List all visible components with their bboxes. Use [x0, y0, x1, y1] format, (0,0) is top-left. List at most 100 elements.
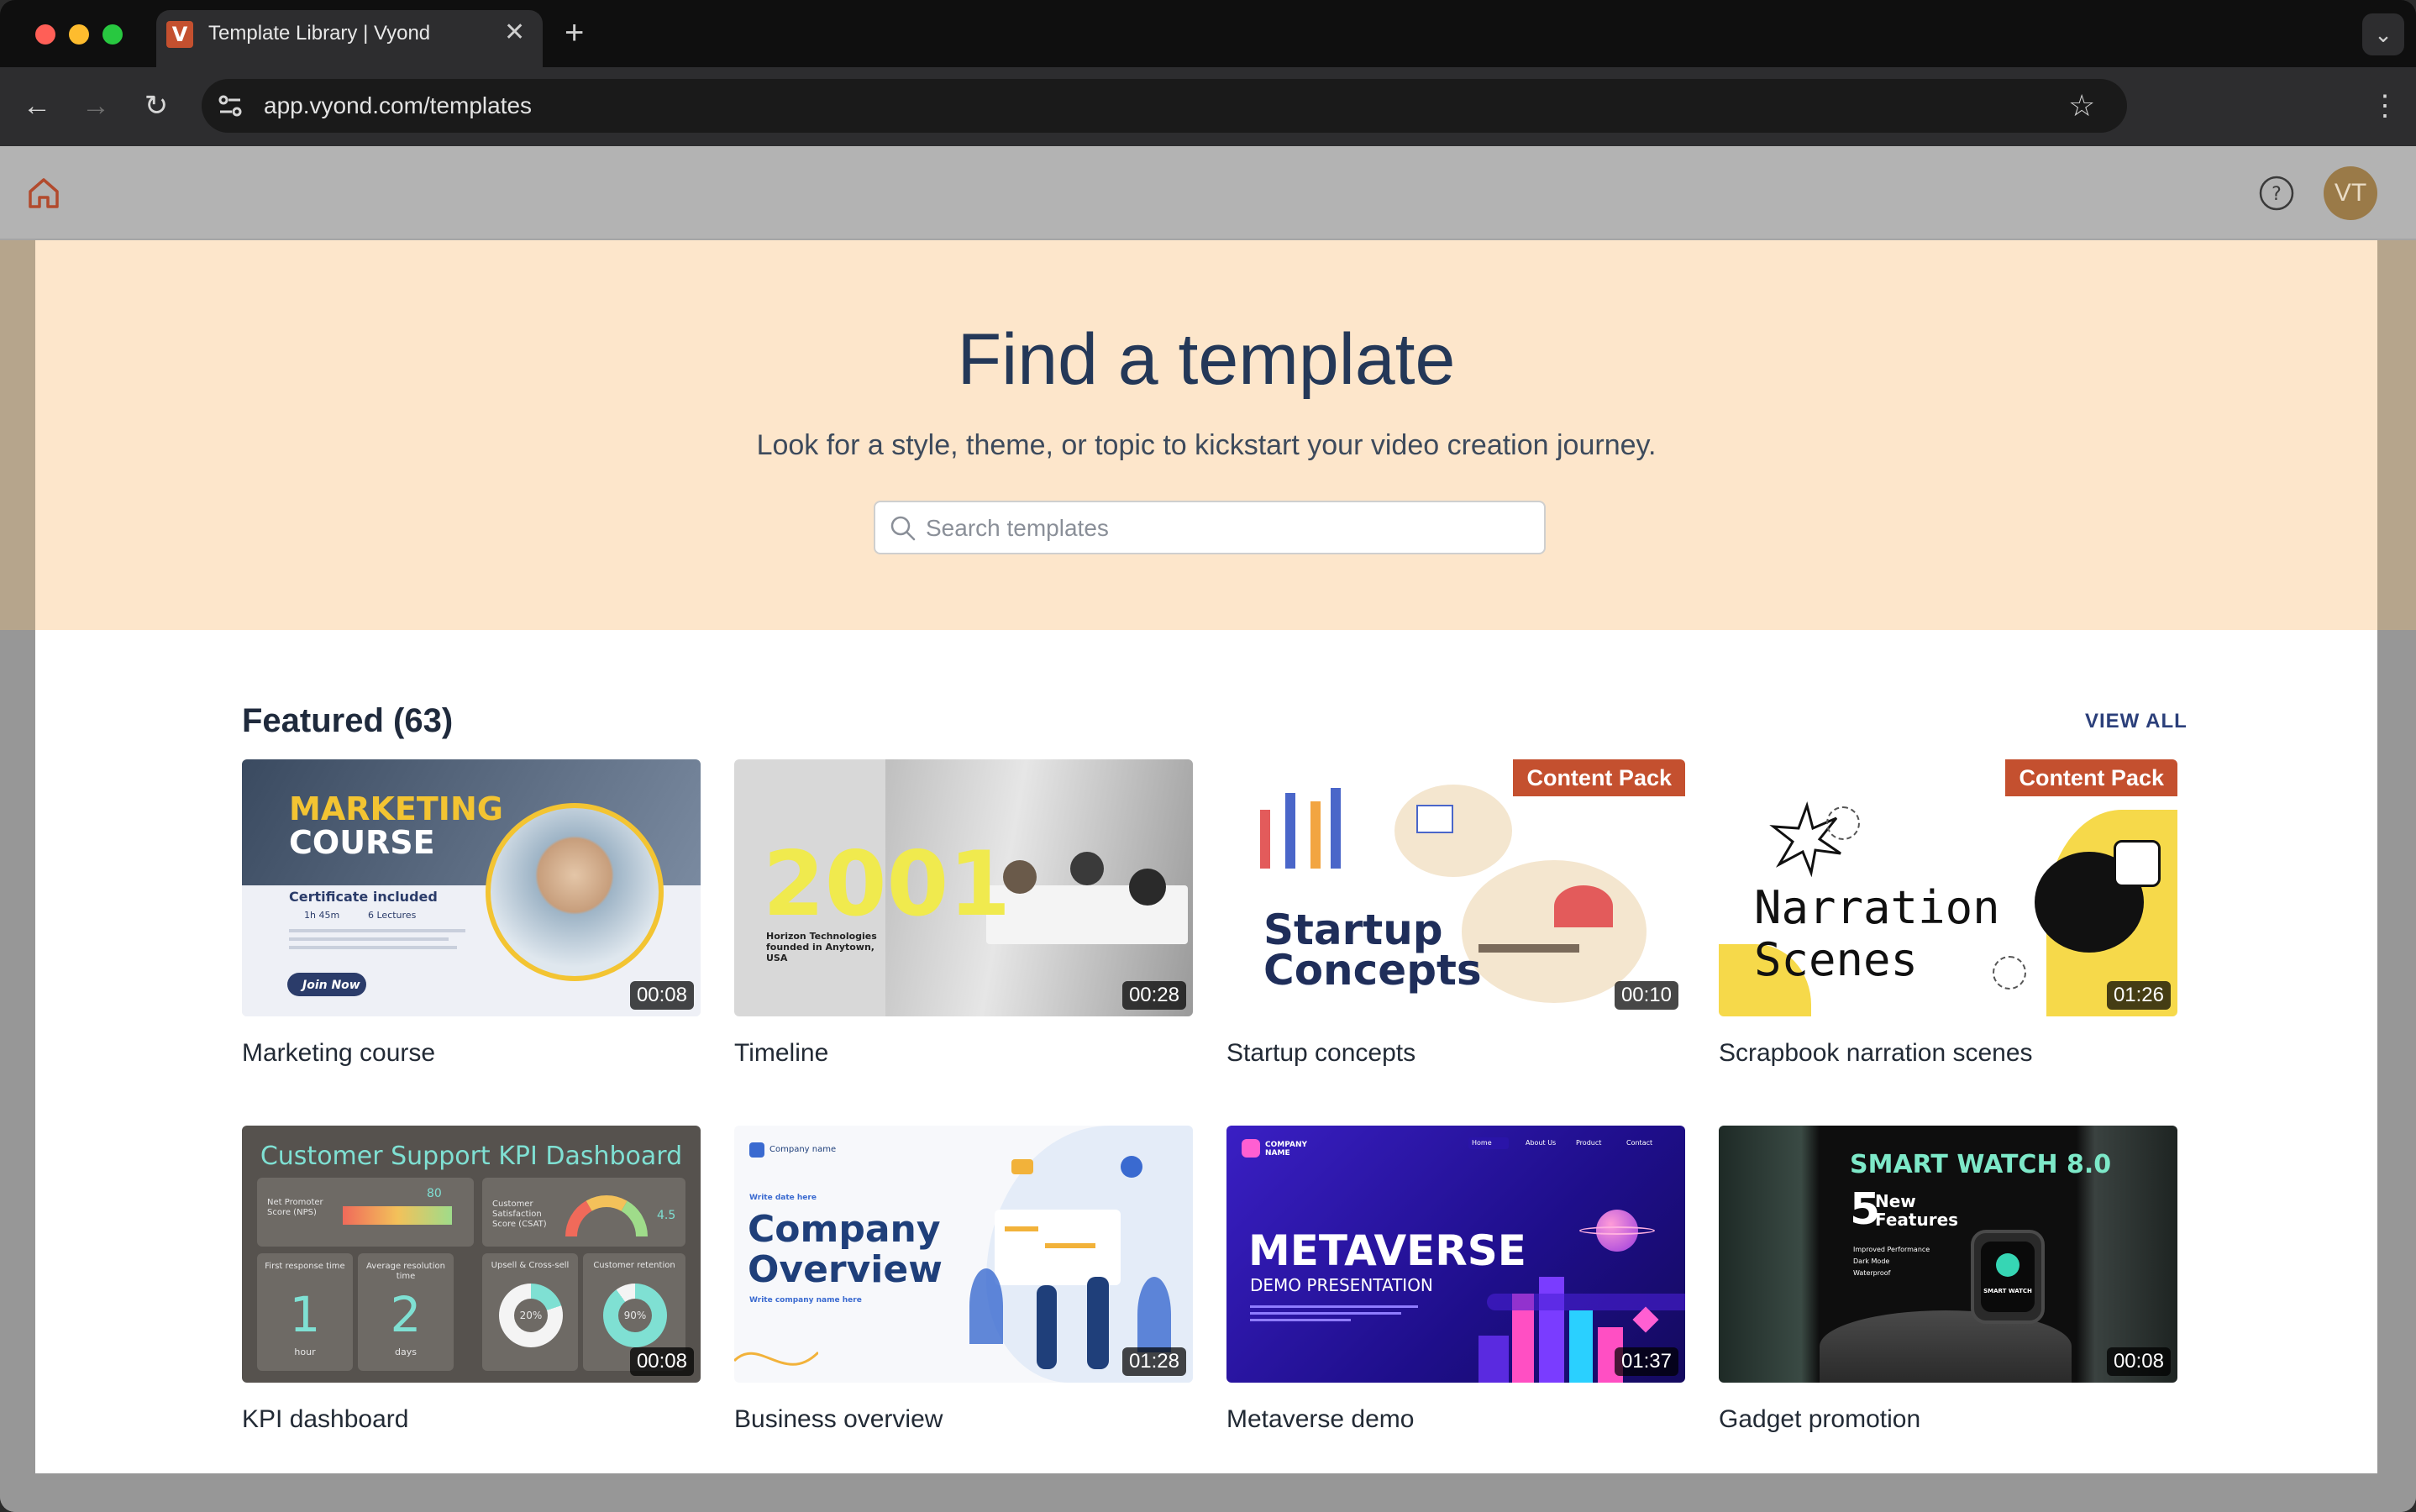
thumb-text: New	[1875, 1191, 1916, 1211]
url-text: app.vyond.com/templates	[264, 92, 533, 118]
minimize-window-button[interactable]	[69, 24, 89, 45]
template-library: Featured (63) VIEW ALL MARKETING COURSE …	[35, 630, 2377, 1473]
template-card-startup-concepts[interactable]: Startup Concepts Content Pack 00:10 Star…	[1226, 759, 1685, 1070]
card-title[interactable]: Metaverse demo	[1226, 1403, 1685, 1436]
duration-badge: 00:10	[1614, 981, 1678, 1010]
card-title[interactable]: Business overview	[734, 1403, 1193, 1436]
maximize-window-button[interactable]	[102, 24, 123, 45]
duration-badge: 01:28	[1121, 1347, 1186, 1376]
hero-banner: Find a template Look for a style, theme,…	[35, 240, 2377, 630]
close-window-button[interactable]	[35, 24, 55, 45]
thumb-text: Net Promoter Score (NPS)	[267, 1198, 323, 1217]
thumb-text: Company name	[769, 1145, 837, 1154]
template-thumbnail[interactable]: COMPANY NAME Home About Us Product Conta…	[1226, 1126, 1685, 1383]
thumb-nav: About Us	[1526, 1139, 1557, 1147]
thumb-year: 2001	[763, 832, 1011, 936]
duration-badge: 00:28	[1121, 981, 1186, 1010]
user-avatar[interactable]: VT	[2324, 166, 2377, 220]
template-card-gadget-promotion[interactable]: SMART WATCH SMART WATCH 8.0 5 New Featur…	[1719, 1126, 2177, 1436]
template-card-timeline[interactable]: 2001 Horizon Technologies founded in Any…	[734, 759, 1193, 1070]
tab-close-icon[interactable]: ✕	[504, 18, 525, 47]
thumb-nav: Contact	[1626, 1139, 1653, 1147]
thumb-text: Customer Satisfaction Score (CSAT)	[492, 1200, 547, 1229]
thumb-text: Dark Mode	[1853, 1257, 1890, 1265]
card-title[interactable]: Startup concepts	[1226, 1037, 1685, 1070]
thumb-text: DEMO PRESENTATION	[1250, 1275, 1433, 1295]
search-icon	[890, 516, 916, 541]
help-icon[interactable]: ?	[2258, 175, 2295, 212]
duration-badge: 01:37	[1614, 1347, 1678, 1376]
thumb-text: days	[395, 1347, 417, 1357]
browser-window: V Template Library | Vyond ✕ + ⌄ ← → ↻ a…	[0, 0, 2416, 1512]
thumb-value: 2	[390, 1286, 422, 1343]
thumb-value: 1	[289, 1286, 321, 1343]
thumb-headline: SMART WATCH 8.0	[1850, 1150, 2112, 1179]
thumb-text: Average resolution time	[366, 1262, 445, 1281]
template-card-kpi-dashboard[interactable]: Customer Support KPI Dashboard Net Promo…	[242, 1126, 701, 1436]
template-thumbnail[interactable]: Startup Concepts Content Pack 00:10	[1226, 759, 1685, 1016]
thumb-headline: Concepts	[1263, 946, 1482, 995]
thumb-value: 20%	[519, 1310, 543, 1321]
thumb-headline: Startup	[1263, 906, 1443, 954]
thumb-nav: Home	[1472, 1139, 1492, 1147]
card-title[interactable]: Gadget promotion	[1719, 1403, 2177, 1436]
new-tab-icon[interactable]: +	[565, 13, 584, 52]
template-thumbnail[interactable]: Company name Write date here Company Ove…	[734, 1126, 1193, 1383]
bookmark-star-icon[interactable]: ☆	[2068, 87, 2095, 124]
template-thumbnail[interactable]: MARKETING COURSE Certificate included 1h…	[242, 759, 701, 1016]
thumb-value: 90%	[623, 1310, 647, 1321]
right-gutter	[2377, 240, 2416, 1512]
template-thumbnail[interactable]: Narration Scenes Content Pack 01:26	[1719, 759, 2177, 1016]
thumb-text: Improved Performance	[1853, 1246, 1930, 1253]
tab-search-chevron-icon[interactable]: ⌄	[2362, 13, 2404, 55]
left-gutter	[0, 240, 35, 1512]
home-icon[interactable]	[25, 175, 62, 212]
template-thumbnail[interactable]: Customer Support KPI Dashboard Net Promo…	[242, 1126, 701, 1383]
thumb-text: 1h 45m	[304, 910, 340, 921]
thumb-value: 4.5	[657, 1209, 676, 1222]
page-viewport: ? VT Find a template Look for a style, t…	[0, 146, 2416, 1512]
template-card-marketing-course[interactable]: MARKETING COURSE Certificate included 1h…	[242, 759, 701, 1070]
thumb-caption: Horizon Technologies founded in Anytown,…	[766, 931, 877, 963]
template-card-scrapbook-narration[interactable]: Narration Scenes Content Pack 01:26 Scra…	[1719, 759, 2177, 1070]
duration-badge: 01:26	[2106, 981, 2171, 1010]
page-title: Find a template	[957, 319, 1456, 400]
card-title[interactable]: Timeline	[734, 1037, 1193, 1070]
search-input[interactable]	[926, 511, 1531, 546]
reload-icon[interactable]: ↻	[138, 87, 175, 124]
thumb-text: Customer retention	[593, 1261, 675, 1270]
thumb-text: hour	[294, 1347, 316, 1357]
card-title[interactable]: KPI dashboard	[242, 1403, 701, 1436]
content-pack-badge: Content Pack	[1513, 759, 1685, 796]
thumb-title: Customer Support KPI Dashboard	[260, 1142, 683, 1171]
page-subtitle: Look for a style, theme, or topic to kic…	[756, 429, 1657, 461]
back-arrow-icon[interactable]: ←	[18, 87, 55, 124]
thumb-text: Write date here	[749, 1194, 817, 1202]
template-thumbnail[interactable]: SMART WATCH SMART WATCH 8.0 5 New Featur…	[1719, 1126, 2177, 1383]
thumb-headline: METAVERSE	[1248, 1226, 1526, 1275]
view-all-link[interactable]: VIEW ALL	[2085, 707, 2188, 736]
thumb-headline: COURSE	[289, 824, 435, 861]
template-card-business-overview[interactable]: Company name Write date here Company Ove…	[734, 1126, 1193, 1436]
thumb-text: First response time	[265, 1262, 345, 1271]
thumb-value: 80	[427, 1187, 442, 1200]
duration-badge: 00:08	[629, 1347, 694, 1376]
thumb-headline: Company	[748, 1208, 941, 1251]
browser-menu-icon[interactable]: ⋮	[2371, 87, 2399, 124]
content-pack-badge: Content Pack	[2005, 759, 2177, 796]
forward-arrow-icon[interactable]: →	[77, 87, 114, 124]
card-title[interactable]: Scrapbook narration scenes	[1719, 1037, 2177, 1070]
site-settings-icon[interactable]	[213, 89, 247, 123]
search-box[interactable]	[874, 501, 1546, 554]
thumb-headline: MARKETING	[289, 790, 503, 827]
card-title[interactable]: Marketing course	[242, 1037, 701, 1070]
duration-badge: 00:08	[2106, 1347, 2171, 1376]
template-thumbnail[interactable]: 2001 Horizon Technologies founded in Any…	[734, 759, 1193, 1016]
thumb-text: 6 Lectures	[368, 910, 417, 921]
template-card-metaverse-demo[interactable]: COMPANY NAME Home About Us Product Conta…	[1226, 1126, 1685, 1436]
duration-badge: 00:08	[629, 981, 694, 1010]
thumb-cta: Join Now	[302, 979, 360, 992]
featured-heading: Featured (63)	[242, 702, 454, 739]
app-header: ? VT	[0, 146, 2416, 240]
thumb-text: Waterproof	[1853, 1269, 1891, 1277]
